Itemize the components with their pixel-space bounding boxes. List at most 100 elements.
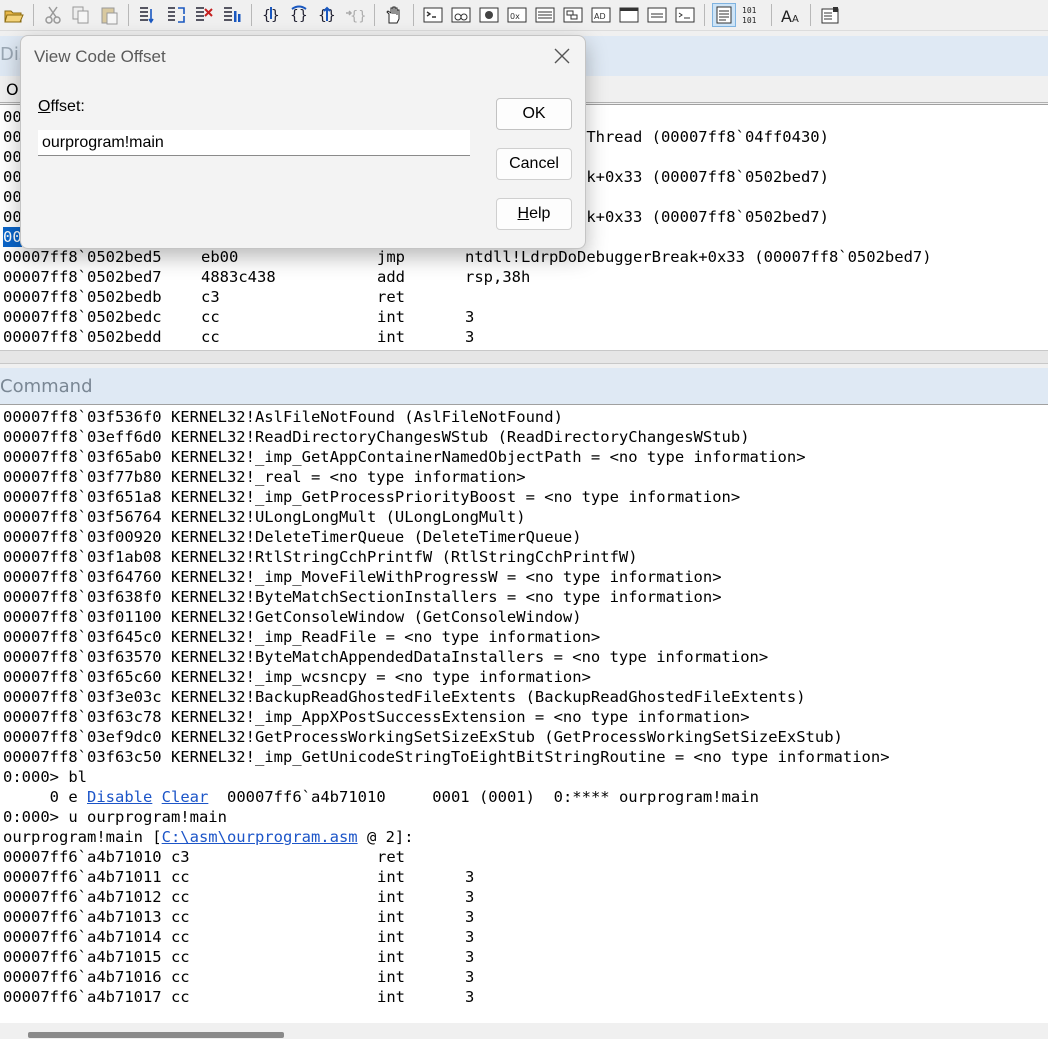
unassembly-address: 00007ff6`a4b71012 cc: [3, 888, 190, 906]
processes-icon[interactable]: [646, 4, 668, 26]
locals-icon[interactable]: [478, 4, 500, 26]
disassembly-args: ntdll!LdrpDoDebuggerBreak+0x33 (00007ff8…: [465, 248, 932, 266]
disassembly-bytes: eb00: [201, 248, 239, 266]
unassembly-operand: 3: [465, 928, 475, 946]
disassembly-icon[interactable]: AD: [590, 4, 612, 26]
symbol-output-line: 00007ff8`03f63c78 KERNEL32!_imp_AppXPost…: [3, 708, 750, 726]
command-prompt-line: 0:000> u ourprogram!main: [3, 808, 227, 826]
unassembly-operand: 3: [465, 988, 475, 1006]
watch-icon[interactable]: [450, 4, 472, 26]
disassembly-op: add: [377, 268, 405, 286]
unassembly-address: 00007ff6`a4b71014 cc: [3, 928, 190, 946]
source-symbol: ourprogram!main [: [3, 828, 162, 846]
unassembly-address: 00007ff6`a4b71011 cc: [3, 868, 190, 886]
unassembly-address: 00007ff6`a4b71013 cc: [3, 908, 190, 926]
copy-icon[interactable]: [70, 4, 92, 26]
run-to-cursor-icon[interactable]: {}: [344, 4, 366, 26]
unassembly-operand: 3: [465, 968, 475, 986]
font-icon[interactable]: AA: [780, 4, 802, 26]
disassembly-addr: 00007ff8`0502bedc: [3, 308, 162, 326]
breakpoint-list-line: 0 e Disable Clear 00007ff6`a4b71010 0001…: [3, 787, 759, 807]
disassembly-bytes: c3: [201, 288, 220, 306]
registers-icon[interactable]: 0x: [506, 4, 528, 26]
unassembly-opcode: int: [377, 888, 405, 906]
disassembly-addr: 00007ff8`0502bed7: [3, 268, 162, 286]
unassembly-opcode: int: [377, 908, 405, 926]
unassembly-operand: 3: [465, 948, 475, 966]
step-over-icon[interactable]: {}: [288, 4, 310, 26]
unassembly-operand: 3: [465, 868, 475, 886]
unassembly-opcode: int: [377, 968, 405, 986]
insert-breakpoint-icon[interactable]: [137, 4, 159, 26]
step-into-icon[interactable]: {}: [260, 4, 282, 26]
svg-text:101: 101: [742, 6, 757, 15]
close-icon[interactable]: [551, 45, 573, 67]
offset-input[interactable]: [38, 130, 470, 156]
remove-breakpoint-icon[interactable]: [193, 4, 215, 26]
disassembly-addr: 00007ff8`0502bedd: [3, 328, 162, 346]
unassembly-opcode: int: [377, 948, 405, 966]
unassembly-operand: 3: [465, 908, 475, 926]
command-prompt-line: 0:000> bl: [3, 768, 87, 786]
disassembly-op: int: [377, 328, 405, 346]
disassembly-args: 3: [465, 308, 475, 326]
disassembly-offset-label: O: [6, 80, 19, 99]
step-out-icon[interactable]: {}: [316, 4, 338, 26]
help-button[interactable]: Help: [496, 198, 572, 230]
cancel-button[interactable]: Cancel: [496, 148, 572, 180]
options-icon[interactable]: [819, 4, 841, 26]
breakpoint-details: 00007ff6`a4b71010 0001 (0001) 0:**** our…: [208, 788, 759, 806]
source-mode-icon[interactable]: [712, 3, 736, 27]
clear-breakpoint-link[interactable]: Clear: [162, 788, 209, 806]
symbol-output-line: 00007ff8`03f64760 KERNEL32!_imp_MoveFile…: [3, 568, 722, 586]
symbol-output-line: 00007ff8`03f65ab0 KERNEL32!_imp_GetAppCo…: [3, 448, 806, 466]
call-stack-icon[interactable]: [562, 4, 584, 26]
pane-splitter[interactable]: [0, 350, 1048, 364]
svg-text:101: 101: [742, 16, 757, 25]
cut-icon[interactable]: [42, 4, 64, 26]
symbol-output-line: 00007ff8`03f536f0 KERNEL32!AslFileNotFou…: [3, 408, 563, 426]
command-pane-header: Command: [0, 368, 1048, 404]
command-window-icon[interactable]: [422, 4, 444, 26]
unassembly-operand: 3: [465, 888, 475, 906]
memory-icon[interactable]: [534, 4, 556, 26]
ok-button[interactable]: OK: [496, 98, 572, 130]
symbol-output-line: 00007ff8`03f638f0 KERNEL32!ByteMatchSect…: [3, 588, 722, 606]
symbol-output-line: 00007ff8`03f651a8 KERNEL32!_imp_GetProce…: [3, 488, 741, 506]
paste-icon[interactable]: [98, 4, 120, 26]
source-location-line: ourprogram!main [C:\asm\ourprogram.asm @…: [3, 827, 414, 847]
symbol-output-line: 00007ff8`03f3e03c KERNEL32!BackupReadGho…: [3, 688, 806, 706]
disassembly-addr: 00: [3, 227, 22, 247]
disassembly-addr: 00: [3, 128, 22, 146]
binary-icon[interactable]: 101 101: [741, 4, 763, 26]
disassembly-addr: 00: [3, 148, 22, 166]
unassembly-opcode: int: [377, 928, 405, 946]
source-file-link[interactable]: C:\asm\ourprogram.asm: [162, 828, 358, 846]
unassembly-opcode: int: [377, 988, 405, 1006]
symbol-output-line: 00007ff8`03f00920 KERNEL32!DeleteTimerQu…: [3, 528, 582, 546]
horizontal-scrollbar[interactable]: [0, 1024, 1048, 1039]
symbol-output-line: 00007ff8`03f1ab08 KERNEL32!RtlStringCchP…: [3, 548, 638, 566]
symbol-output-line: 00007ff8`03f77b80 KERNEL32!_real = <no t…: [3, 468, 526, 486]
disassembly-bytes: 4883c438: [201, 268, 276, 286]
unassembly-address: 00007ff6`a4b71017 cc: [3, 988, 190, 1006]
command-output[interactable]: 00007ff8`03f536f0 KERNEL32!AslFileNotFou…: [0, 404, 1048, 1023]
disable-breakpoint-link[interactable]: Disable: [87, 788, 152, 806]
disassembly-op: jmp: [377, 248, 405, 266]
scrollbar-thumb[interactable]: [28, 1032, 284, 1038]
disassembly-addr: 00: [3, 108, 22, 126]
open-icon[interactable]: [3, 4, 25, 26]
breakpoint-list-icon[interactable]: [165, 4, 187, 26]
disassembly-bytes: cc: [201, 328, 220, 346]
output-icon[interactable]: [674, 4, 696, 26]
breakpoint-column-icon[interactable]: [221, 4, 243, 26]
hand-icon[interactable]: [383, 4, 405, 26]
symbol-output-line: 00007ff8`03f56764 KERNEL32!ULongLongMult…: [3, 508, 526, 526]
unassembly-address: 00007ff6`a4b71010 c3: [3, 848, 190, 866]
view-code-offset-dialog: View Code Offset Offset: OK Cancel Help: [20, 35, 586, 249]
disassembly-addr: 00007ff8`0502bed5: [3, 248, 162, 266]
disassembly-op: ret: [377, 288, 405, 306]
svg-text:AD: AD: [594, 12, 606, 21]
scratch-pad-icon[interactable]: [618, 4, 640, 26]
